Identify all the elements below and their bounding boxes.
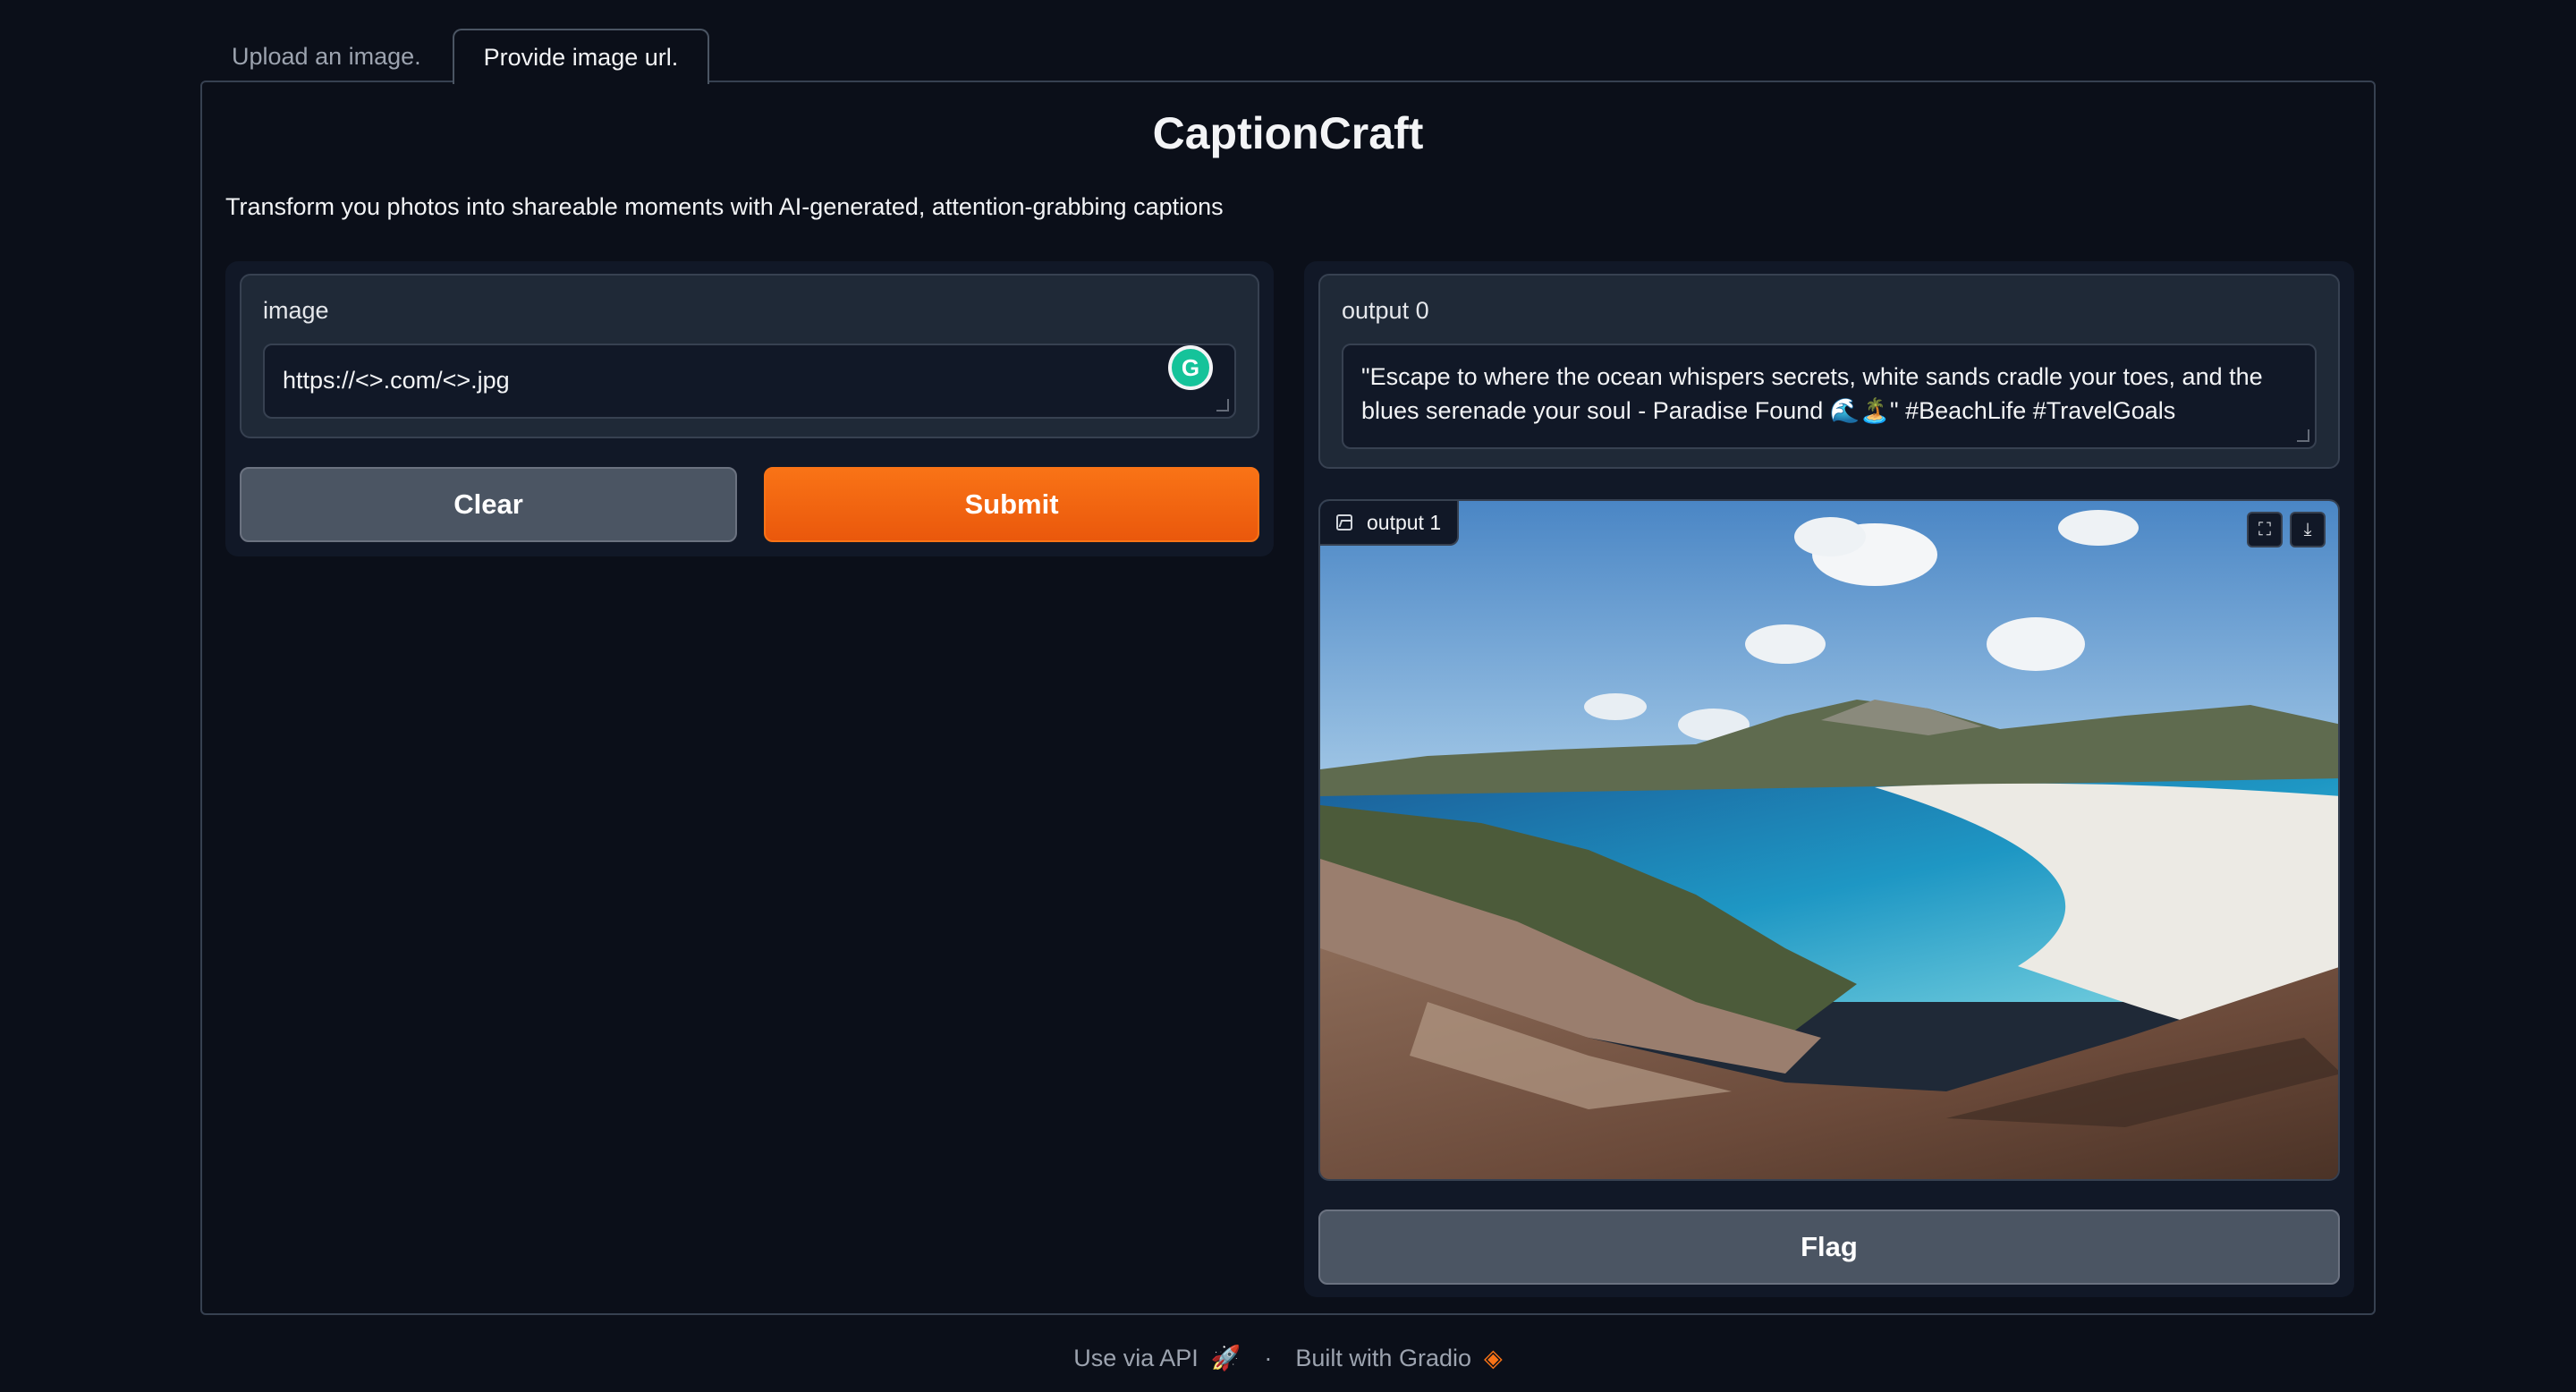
page-description: Transform you photos into shareable mome… <box>225 193 1224 220</box>
tab-bar: Upload an image. Provide image url. <box>200 29 710 84</box>
image-url-input[interactable]: https://<>.com/<>.jpg G <box>263 344 1236 419</box>
page-title: CaptionCraft <box>1152 108 1424 158</box>
output-1-label-chip: output 1 <box>1320 501 1460 546</box>
output-1-image-block: output 1 ⛶ ⤓ <box>1318 499 2340 1181</box>
grammarly-icon[interactable]: G <box>1168 345 1213 390</box>
fullscreen-icon[interactable]: ⛶ <box>2247 512 2283 547</box>
image-icon <box>1336 514 1352 530</box>
input-column: image https://<>.com/<>.jpg G Clear Subm… <box>225 261 1274 556</box>
resize-handle-icon[interactable] <box>1216 399 1229 412</box>
use-via-api-link[interactable]: Use via API <box>1073 1345 1199 1372</box>
image-url-block: image https://<>.com/<>.jpg G <box>240 274 1259 438</box>
submit-button[interactable]: Submit <box>764 467 1259 542</box>
gradio-logo-icon: ◈ <box>1484 1344 1503 1371</box>
resize-handle-icon[interactable] <box>2297 429 2309 442</box>
image-url-label: image <box>263 297 329 324</box>
flag-button[interactable]: Flag <box>1318 1210 2340 1285</box>
image-toolbar: ⛶ ⤓ <box>2247 512 2326 547</box>
image-url-value: https://<>.com/<>.jpg <box>283 367 510 394</box>
tab-panel: CaptionCraft Transform you photos into s… <box>200 81 2376 1315</box>
tab-provide-image-url[interactable]: Provide image url. <box>452 29 710 84</box>
beach-photo <box>1320 501 2338 1179</box>
separator-dot: · <box>1264 1344 1273 1371</box>
output-column: output 0 "Escape to where the ocean whis… <box>1304 261 2354 1297</box>
built-with-gradio-link[interactable]: Built with Gradio <box>1295 1345 1471 1372</box>
rocket-icon: 🚀 <box>1210 1345 1241 1371</box>
output-0-textbox[interactable]: "Escape to where the ocean whispers secr… <box>1342 344 2317 449</box>
output-0-block: output 0 "Escape to where the ocean whis… <box>1318 274 2340 469</box>
footer: Use via API 🚀 · Built with Gradio ◈ <box>0 1344 2576 1372</box>
download-icon[interactable]: ⤓ <box>2290 512 2326 547</box>
output-0-text: "Escape to where the ocean whispers secr… <box>1361 363 2263 424</box>
tab-upload-image[interactable]: Upload an image. <box>200 29 453 82</box>
output-1-label: output 1 <box>1367 510 1442 534</box>
clear-button[interactable]: Clear <box>240 467 737 542</box>
output-0-label: output 0 <box>1342 297 1429 324</box>
